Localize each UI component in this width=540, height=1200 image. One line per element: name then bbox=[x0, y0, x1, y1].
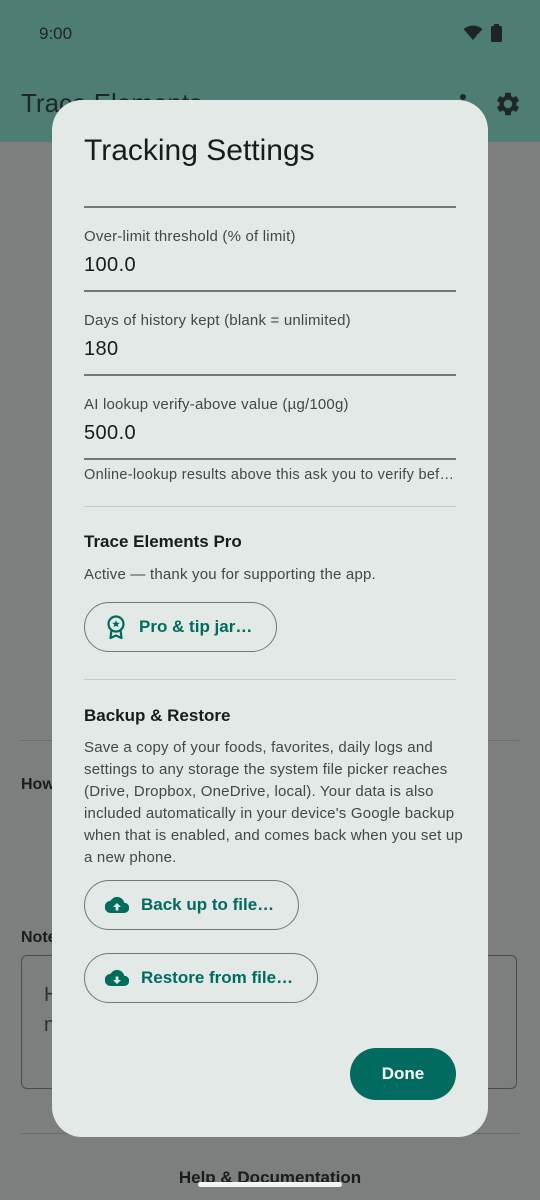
status-icons bbox=[463, 24, 502, 42]
how-label: How bbox=[21, 776, 55, 793]
field-underline bbox=[84, 206, 456, 208]
over-limit-threshold-input[interactable]: 100.0 bbox=[84, 254, 136, 277]
award-badge-icon bbox=[107, 615, 125, 639]
pro-tip-jar-label: Pro & tip jar… bbox=[139, 617, 253, 636]
status-bar: 9:00 bbox=[0, 0, 540, 66]
tracking-settings-dialog: Tracking Settings Over-limit threshold (… bbox=[52, 100, 488, 1137]
wifi-icon bbox=[463, 25, 483, 40]
section-divider bbox=[84, 679, 456, 680]
field-supporting-text: Online-lookup results above this ask you… bbox=[84, 467, 456, 483]
section-divider bbox=[84, 506, 456, 507]
back-up-to-file-label: Back up to file… bbox=[141, 895, 275, 914]
gear-icon[interactable] bbox=[494, 90, 522, 118]
home-indicator[interactable] bbox=[198, 1182, 342, 1187]
field-underline bbox=[84, 458, 456, 460]
ai-verify-above-input[interactable]: 500.0 bbox=[84, 422, 136, 445]
battery-icon bbox=[491, 24, 502, 42]
field-label: AI lookup verify-above value (µg/100g) bbox=[84, 396, 349, 413]
field-underline bbox=[84, 290, 456, 292]
back-up-to-file-button[interactable]: Back up to file… bbox=[84, 880, 300, 930]
field-underline bbox=[84, 374, 456, 376]
cloud-upload-icon bbox=[105, 896, 129, 914]
pro-status-text: Active — thank you for supporting the ap… bbox=[84, 566, 376, 583]
done-button[interactable]: Done bbox=[350, 1048, 456, 1100]
status-time: 9:00 bbox=[39, 24, 73, 43]
dialog-title: Tracking Settings bbox=[84, 134, 315, 167]
restore-from-file-label: Restore from file… bbox=[141, 968, 294, 987]
backup-description: Save a copy of your foods, favorites, da… bbox=[84, 739, 463, 866]
cloud-download-icon bbox=[105, 969, 129, 987]
field-label: Over-limit threshold (% of limit) bbox=[84, 228, 296, 245]
pro-tip-jar-button[interactable]: Pro & tip jar… bbox=[84, 602, 278, 652]
backup-section-title: Backup & Restore bbox=[84, 706, 231, 725]
field-label: Days of history kept (blank = unlimited) bbox=[84, 312, 351, 329]
pro-section-title: Trace Elements Pro bbox=[84, 532, 242, 551]
restore-from-file-button[interactable]: Restore from file… bbox=[84, 953, 319, 1003]
history-days-input[interactable]: 180 bbox=[84, 338, 119, 361]
